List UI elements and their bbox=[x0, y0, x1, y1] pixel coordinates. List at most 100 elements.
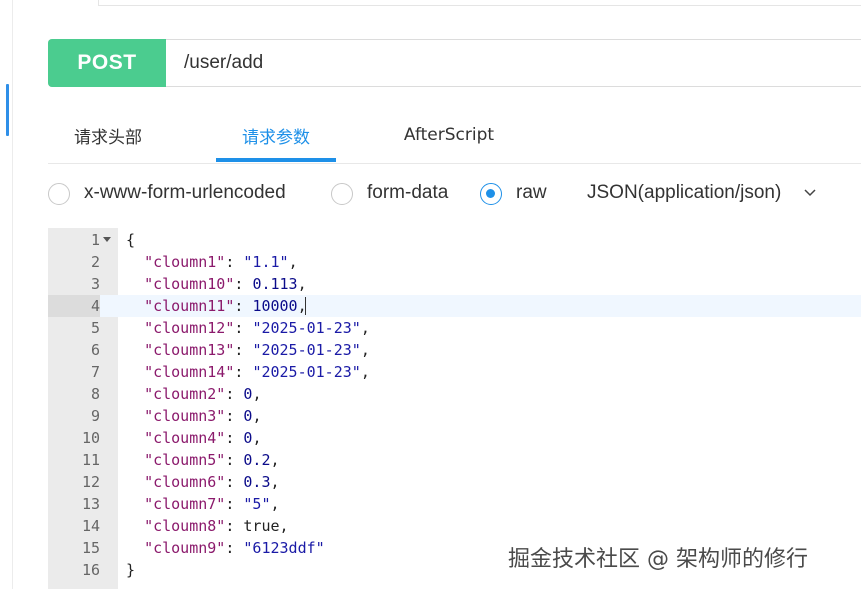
line-number: 8 bbox=[90, 385, 100, 403]
line-number: 6 bbox=[90, 341, 100, 359]
code-token: true bbox=[243, 517, 280, 535]
code-token: 0.113 bbox=[252, 275, 298, 293]
code-token: 0.2 bbox=[243, 451, 271, 469]
code-token: "1.1" bbox=[243, 253, 289, 271]
code-token: "cloumn11" bbox=[144, 297, 235, 315]
radio-form-data-label[interactable]: form-data bbox=[367, 182, 448, 204]
code-line[interactable]: 4 "cloumn11": 10000, bbox=[48, 295, 861, 317]
code-token: "2025-01-23" bbox=[252, 363, 361, 381]
code-line[interactable]: 9 "cloumn3": 0, bbox=[48, 405, 861, 427]
code-line[interactable]: 10 "cloumn4": 0, bbox=[48, 427, 861, 449]
code-line[interactable]: 6 "cloumn13": "2025-01-23", bbox=[48, 339, 861, 361]
line-number: 5 bbox=[90, 319, 100, 337]
code-text: "cloumn3": 0, bbox=[126, 405, 261, 427]
code-token: : bbox=[225, 429, 244, 447]
radio-form-data[interactable] bbox=[331, 183, 353, 205]
code-token: : bbox=[234, 341, 253, 359]
code-text: "cloumn1": "1.1", bbox=[126, 251, 298, 273]
code-token: , bbox=[252, 407, 262, 425]
method-button[interactable]: POST bbox=[48, 39, 166, 87]
code-token: , bbox=[360, 319, 370, 337]
code-token: , bbox=[270, 451, 280, 469]
code-text: } bbox=[126, 559, 135, 581]
code-token: "6123ddf" bbox=[243, 539, 325, 557]
code-token: , bbox=[270, 495, 280, 513]
code-token: "cloumn4" bbox=[144, 429, 226, 447]
tab-headers[interactable]: 请求头部 bbox=[48, 108, 168, 162]
code-text: "cloumn9": "6123ddf" bbox=[126, 537, 325, 559]
code-token: : bbox=[225, 385, 244, 403]
code-token: "cloumn1" bbox=[144, 253, 226, 271]
code-token: : bbox=[225, 473, 244, 491]
code-token: : bbox=[234, 363, 253, 381]
line-number: 4 bbox=[48, 295, 100, 317]
url-input[interactable] bbox=[184, 50, 844, 76]
code-text: "cloumn10": 0.113, bbox=[126, 273, 307, 295]
line-number: 15 bbox=[81, 539, 100, 557]
code-token: , bbox=[297, 275, 307, 293]
line-number: 3 bbox=[90, 275, 100, 293]
code-token: , bbox=[270, 473, 280, 491]
code-token: : bbox=[225, 517, 244, 535]
code-line[interactable]: 5 "cloumn12": "2025-01-23", bbox=[48, 317, 861, 339]
line-number: 11 bbox=[81, 451, 100, 469]
code-token: , bbox=[360, 341, 370, 359]
line-number: 13 bbox=[81, 495, 100, 513]
code-token: : bbox=[225, 253, 244, 271]
code-token: "cloumn9" bbox=[144, 539, 226, 557]
code-line[interactable]: 7 "cloumn14": "2025-01-23", bbox=[48, 361, 861, 383]
chevron-down-icon[interactable] bbox=[802, 184, 818, 200]
line-number: 12 bbox=[81, 473, 100, 491]
divider bbox=[98, 5, 861, 6]
code-token: 10000 bbox=[252, 297, 298, 315]
code-token: "cloumn10" bbox=[144, 275, 235, 293]
content-type-select[interactable]: JSON(application/json) bbox=[587, 182, 781, 204]
code-text: "cloumn14": "2025-01-23", bbox=[126, 361, 370, 383]
code-token: , bbox=[279, 517, 289, 535]
line-number: 14 bbox=[81, 517, 100, 535]
code-line[interactable]: 1{ bbox=[48, 229, 861, 251]
code-text: { bbox=[126, 229, 135, 251]
tab-afterscript[interactable]: AfterScript bbox=[388, 108, 510, 162]
code-token: "2025-01-23" bbox=[252, 319, 361, 337]
code-token: "cloumn7" bbox=[144, 495, 226, 513]
code-line[interactable]: 3 "cloumn10": 0.113, bbox=[48, 273, 861, 295]
code-line[interactable]: 8 "cloumn2": 0, bbox=[48, 383, 861, 405]
code-line[interactable]: 14 "cloumn8": true, bbox=[48, 515, 861, 537]
code-text: "cloumn7": "5", bbox=[126, 493, 280, 515]
code-token: "cloumn13" bbox=[144, 341, 235, 359]
code-token: : bbox=[225, 539, 244, 557]
code-line[interactable]: 12 "cloumn6": 0.3, bbox=[48, 471, 861, 493]
code-line[interactable]: 13 "cloumn7": "5", bbox=[48, 493, 861, 515]
radio-urlencoded[interactable] bbox=[48, 183, 70, 205]
fold-arrow-icon[interactable] bbox=[103, 237, 111, 242]
code-editor[interactable]: 1{2 "cloumn1": "1.1", 3 "cloumn10": 0.113… bbox=[48, 228, 861, 589]
code-line[interactable]: 11 "cloumn5": 0.2, bbox=[48, 449, 861, 471]
code-text: "cloumn13": "2025-01-23", bbox=[126, 339, 370, 361]
code-token: : bbox=[234, 297, 253, 315]
code-token: "cloumn8" bbox=[144, 517, 226, 535]
code-token: "5" bbox=[243, 495, 271, 513]
tab-params[interactable]: 请求参数 bbox=[216, 108, 336, 162]
code-token: , bbox=[252, 385, 262, 403]
body-type-selector: x-www-form-urlencoded form-data raw JSON… bbox=[48, 178, 861, 212]
code-token: : bbox=[234, 275, 253, 293]
code-line[interactable]: 2 "cloumn1": "1.1", bbox=[48, 251, 861, 273]
active-tab-underline bbox=[216, 158, 336, 162]
radio-urlencoded-label[interactable]: x-www-form-urlencoded bbox=[84, 182, 286, 204]
request-tabs: 请求头部 请求参数 AfterScript bbox=[48, 108, 861, 164]
line-number: 10 bbox=[81, 429, 100, 447]
code-token: { bbox=[126, 231, 136, 249]
radio-raw-label[interactable]: raw bbox=[516, 182, 547, 204]
radio-raw[interactable] bbox=[480, 183, 502, 205]
line-number: 7 bbox=[90, 363, 100, 381]
